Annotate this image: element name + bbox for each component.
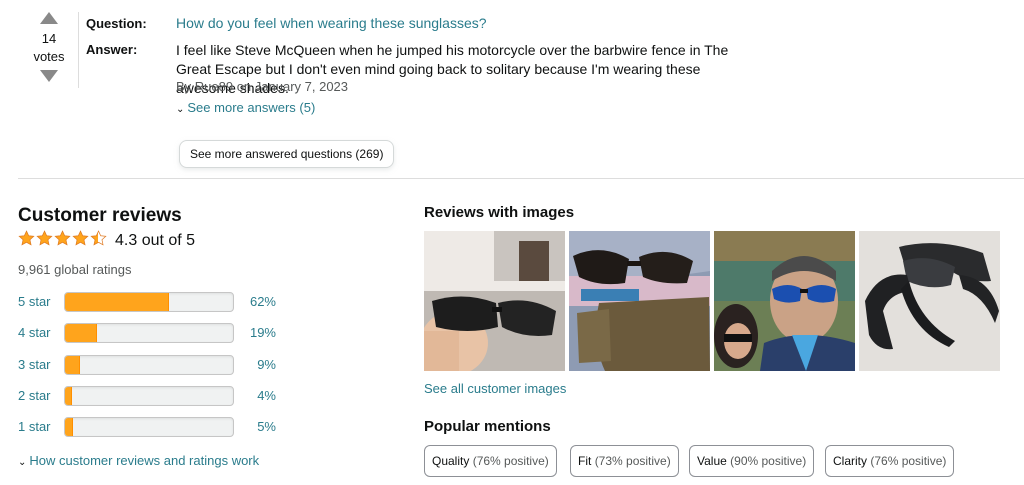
histogram-row-5-star[interactable]: 5 star 62% — [18, 292, 288, 312]
histogram-bar — [64, 355, 234, 375]
upvote-arrow-icon[interactable] — [40, 12, 58, 24]
mention-name: Fit — [578, 454, 592, 468]
chevron-down-icon: ⌄ — [18, 457, 27, 468]
section-divider — [18, 178, 1024, 179]
reviews-with-images-title: Reviews with images — [424, 204, 575, 221]
histogram-fill — [65, 324, 97, 342]
histogram-fill — [65, 293, 170, 311]
histogram-bar — [64, 323, 234, 343]
mention-name: Clarity — [833, 454, 868, 468]
histogram-fill — [65, 387, 72, 405]
histogram-bar — [64, 386, 234, 406]
review-photo-hand-holding-sunglasses — [424, 231, 565, 371]
histogram-bar — [64, 292, 234, 312]
question-link[interactable]: How do you feel when wearing these sungl… — [176, 15, 487, 31]
mention-detail: (76% positive) — [870, 454, 947, 468]
vote-divider — [78, 12, 79, 88]
histogram-percent: 4% — [257, 388, 276, 403]
downvote-arrow-icon[interactable] — [40, 70, 58, 82]
mention-chip-clarity[interactable]: Clarity (76% positive) — [825, 445, 955, 477]
how-reviews-work-link[interactable]: ⌄ How customer reviews and ratings work — [18, 453, 259, 468]
review-photo-sunglasses-on-table — [859, 231, 1000, 371]
question-label: Question: — [86, 16, 147, 31]
mention-detail: (76% positive) — [472, 454, 549, 468]
mention-chip-fit[interactable]: Fit (73% positive) — [570, 445, 679, 477]
review-image-thumbnail[interactable] — [424, 231, 565, 371]
customer-reviews-title: Customer reviews — [18, 205, 182, 226]
histogram-label: 2 star — [18, 388, 51, 403]
histogram-bar — [64, 417, 234, 437]
mention-name: Value — [697, 454, 727, 468]
review-image-thumbnail[interactable] — [569, 231, 710, 371]
review-image-thumbnail[interactable] — [714, 231, 855, 371]
see-all-customer-images-link[interactable]: See all customer images — [424, 381, 566, 396]
answer-byline: By Rue89 on January 7, 2023 — [176, 79, 349, 94]
mention-chip-quality[interactable]: Quality (76% positive) — [424, 445, 557, 477]
mention-chip-value[interactable]: Value (90% positive) — [689, 445, 815, 477]
histogram-row-3-star[interactable]: 3 star 9% — [18, 355, 288, 375]
mention-detail: (73% positive) — [594, 454, 671, 468]
star-rating[interactable] — [18, 230, 107, 250]
mention-name: Quality — [432, 454, 470, 468]
review-photo-sunglasses-with-pouch — [569, 231, 710, 371]
vote-widget: 14 votes — [28, 12, 70, 82]
star-icon — [54, 230, 71, 246]
review-photo-selfie-couple — [714, 231, 855, 371]
how-reviews-work-label: How customer reviews and ratings work — [29, 453, 260, 468]
star-icon — [72, 230, 89, 246]
histogram-percent: 19% — [249, 325, 276, 340]
see-more-answers-label: See more answers (5) — [187, 100, 316, 115]
histogram-row-2-star[interactable]: 2 star 4% — [18, 386, 288, 406]
mention-detail: (90% positive) — [730, 454, 807, 468]
star-half-icon — [90, 230, 107, 246]
histogram-row-4-star[interactable]: 4 star 19% — [18, 323, 288, 343]
histogram-percent: 5% — [257, 419, 276, 434]
chevron-down-icon: ⌄ — [176, 104, 185, 115]
star-icon — [36, 230, 53, 246]
histogram-percent: 62% — [249, 294, 276, 309]
histogram-row-1-star[interactable]: 1 star 5% — [18, 417, 288, 437]
see-more-answers-link[interactable]: ⌄ See more answers (5) — [176, 100, 315, 115]
histogram-label: 1 star — [18, 419, 51, 434]
histogram-label: 4 star — [18, 325, 51, 340]
histogram-percent: 9% — [257, 357, 276, 372]
see-more-questions-button[interactable]: See more answered questions (269) — [179, 140, 395, 168]
star-icon — [18, 230, 35, 246]
global-ratings-count: 9,961 global ratings — [18, 262, 132, 277]
review-image-thumbnail[interactable] — [859, 231, 1000, 371]
histogram-label: 5 star — [18, 294, 51, 309]
histogram-fill — [65, 356, 81, 374]
vote-label: votes — [33, 49, 65, 64]
vote-count: 14 — [41, 31, 57, 46]
average-rating-text: 4.3 out of 5 — [115, 232, 196, 249]
popular-mentions-title: Popular mentions — [424, 418, 551, 435]
answer-label: Answer: — [86, 42, 138, 57]
histogram-label: 3 star — [18, 357, 51, 372]
histogram-fill — [65, 418, 74, 436]
